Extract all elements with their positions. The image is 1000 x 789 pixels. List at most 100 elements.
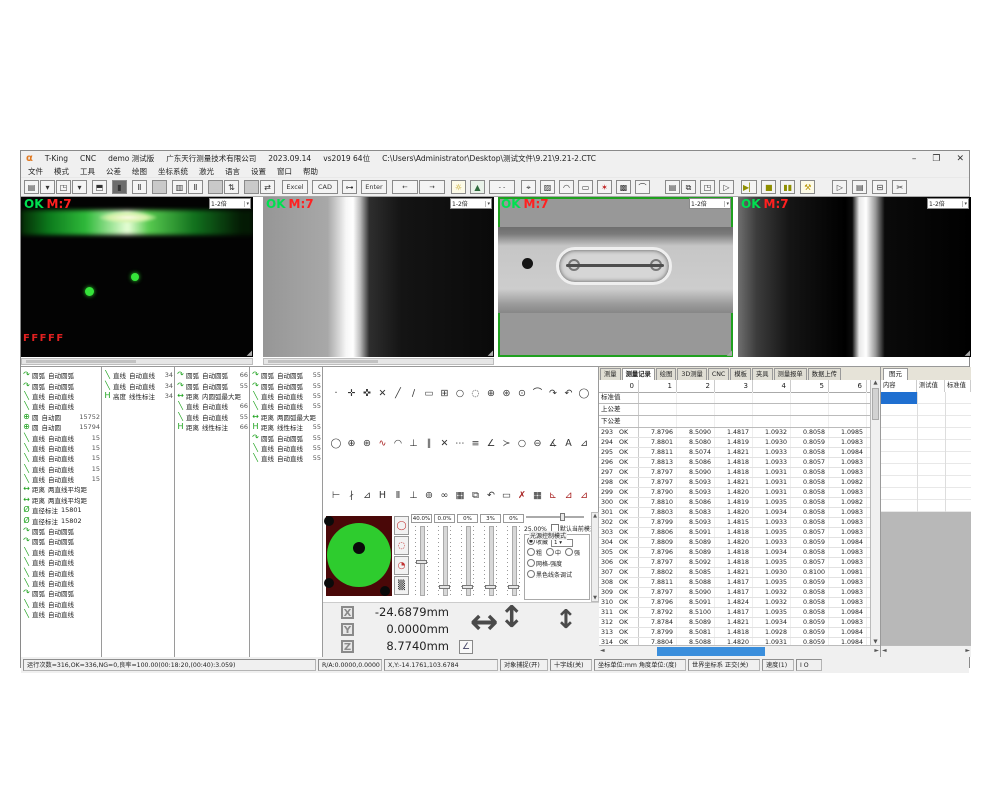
feature-item[interactable]: ↔距离两直线平均距: [21, 495, 101, 505]
scrollbar-thumb[interactable]: [872, 388, 879, 420]
perpendicular-annotate-tool[interactable]: ⊥: [408, 489, 420, 502]
camera-zoom-select[interactable]: 1-2倍▾: [450, 198, 492, 209]
run-to-end-button[interactable]: ▶▏: [741, 180, 757, 194]
feature-item[interactable]: ╲直线自动直线55: [250, 401, 322, 411]
result-row[interactable]: 298OK7.87978.50931.48211.09310.80581.098…: [599, 478, 870, 488]
step-back-button[interactable]: ←: [392, 180, 418, 194]
circle-dot-tool[interactable]: ⊙: [516, 387, 528, 400]
rectangle-tool[interactable]: ▭: [423, 387, 435, 400]
result-row[interactable]: 309OK7.87978.50901.48171.09320.80581.098…: [599, 588, 870, 598]
perpendicular-tool[interactable]: ⊥: [408, 437, 420, 450]
print-report-button[interactable]: ⊟: [872, 180, 887, 194]
feature-item[interactable]: ╲直线自动直线: [21, 609, 101, 619]
jog-z-arrow[interactable]: ↕: [555, 601, 577, 639]
result-row[interactable]: 295OK7.88118.50741.48211.09330.80581.098…: [599, 448, 870, 458]
feature-item[interactable]: ╲直线自动直线15: [21, 464, 101, 474]
feature-item[interactable]: ↔距离两圆弧最大距: [250, 412, 322, 422]
menu-item-坐标系统[interactable]: 坐标系统: [158, 166, 188, 177]
maximize-button[interactable]: ❐: [932, 154, 940, 164]
slider-thumb[interactable]: [416, 560, 427, 564]
jog-xy-arrows[interactable]: ↔: [470, 605, 499, 639]
results-tab-测量[interactable]: 测量: [600, 368, 621, 380]
cad-export-button[interactable]: CAD: [312, 180, 338, 194]
circle-tool[interactable]: ○: [454, 387, 466, 400]
target-scan-tool[interactable]: ⊛: [361, 437, 373, 450]
slider-thumb[interactable]: [462, 585, 473, 589]
element-horizontal-scrollbar[interactable]: ◄ ►: [881, 645, 971, 657]
camera-zoom-select[interactable]: 1-2倍▾: [689, 198, 731, 209]
curve-tool[interactable]: ∿: [377, 437, 389, 450]
radio-grid[interactable]: [527, 559, 535, 567]
circle-scan-tool[interactable]: ⊛: [501, 387, 513, 400]
calculator-tool[interactable]: ▦: [532, 489, 544, 502]
result-row[interactable]: 296OK7.88138.50861.48181.09330.80571.098…: [599, 458, 870, 468]
menu-item-工具[interactable]: 工具: [80, 166, 95, 177]
height-tool[interactable]: H: [377, 489, 389, 502]
light-slider-1[interactable]: 40.0%: [411, 514, 434, 600]
result-row[interactable]: 307OK7.88028.50851.48211.09300.81001.098…: [599, 568, 870, 578]
scroll-left-arrow[interactable]: ◄: [882, 647, 887, 654]
camera-view-4[interactable]: OKM:71-2倍▾◢: [738, 197, 971, 357]
results-tab-测量报单[interactable]: 测量报单: [774, 368, 807, 380]
result-row[interactable]: 301OK7.88038.50831.48201.09340.80581.098…: [599, 508, 870, 518]
selection-box-tool[interactable]: ▭: [501, 489, 513, 502]
keyboard-tool[interactable]: ▦: [454, 489, 466, 502]
slider-thumb[interactable]: [508, 585, 519, 589]
element-tab[interactable]: 图元: [883, 368, 908, 380]
copy-tool[interactable]: ⧉: [470, 489, 482, 502]
feature-item[interactable]: ╲直线自动直线: [21, 599, 101, 609]
tools-button[interactable]: ⚒: [800, 180, 815, 194]
scroll-left-arrow[interactable]: ◄: [600, 647, 605, 654]
line-tool[interactable]: ╱: [392, 387, 404, 400]
light-toggle-button[interactable]: ☼: [451, 180, 466, 194]
arc-fit-button[interactable]: ◠: [559, 180, 574, 194]
angle-tool[interactable]: ∠: [485, 437, 497, 450]
feature-item[interactable]: ╲直线自动直线55: [250, 391, 322, 401]
zoom-slider[interactable]: [526, 516, 584, 518]
camera2-scrollbar[interactable]: [263, 358, 494, 365]
result-row[interactable]: 297OK7.87978.50901.48181.09310.80581.098…: [599, 468, 870, 478]
caliper-tool[interactable]: ∤: [346, 489, 358, 502]
run-gray-button[interactable]: ▷: [719, 180, 734, 194]
delete-tool[interactable]: ✗: [516, 489, 528, 502]
align-mid-tool[interactable]: ⊿: [563, 489, 575, 502]
menu-item-文件[interactable]: 文件: [28, 166, 43, 177]
feature-item[interactable]: ╲直线自动直线: [21, 567, 101, 577]
feature-item[interactable]: ╲直线自动直线: [21, 557, 101, 567]
angle-jog-button[interactable]: ∠: [459, 640, 473, 654]
magnifier-button[interactable]: ⌖: [521, 180, 536, 194]
result-row[interactable]: 311OK7.87928.51001.48171.09350.80581.098…: [599, 608, 870, 618]
open-program-button[interactable]: ◳: [700, 180, 715, 194]
save-program-button[interactable]: ▤: [665, 180, 680, 194]
result-row[interactable]: 312OK7.87848.50891.48211.09340.80591.098…: [599, 618, 870, 628]
pick-tool[interactable]: ✛: [346, 387, 358, 400]
results-tab-模板[interactable]: 模板: [730, 368, 751, 380]
right-angle-tool[interactable]: ⊿: [578, 437, 590, 450]
save-slot-dropdown[interactable]: 1 ▾: [551, 539, 573, 547]
feature-item[interactable]: ╲直线自动直线: [21, 401, 101, 411]
feature-item[interactable]: ↔距离内圆弧最大距: [175, 391, 249, 401]
resize-grip[interactable]: ◢: [247, 350, 252, 357]
menu-item-帮助[interactable]: 帮助: [303, 166, 318, 177]
laser-point-button[interactable]: ✶: [597, 180, 612, 194]
results-horizontal-scrollbar[interactable]: ◄ ►: [599, 645, 880, 657]
rectangle-grid-tool[interactable]: ⊞: [439, 387, 451, 400]
save-report-button[interactable]: ▤: [852, 180, 867, 194]
feature-item[interactable]: ╲直线自动直线34: [102, 380, 174, 390]
feature-item[interactable]: ↷圆弧自动圆弧55: [250, 370, 322, 380]
probe-dark-button[interactable]: ▮: [112, 180, 127, 194]
grid-strength-option[interactable]: 网格-强度: [527, 559, 588, 570]
ring-light-preview[interactable]: [326, 516, 392, 596]
resize-grip[interactable]: ◢: [727, 350, 732, 357]
light-slider-2[interactable]: 0.0%: [434, 514, 457, 600]
circle-slice-tool[interactable]: ⊖: [532, 437, 544, 450]
feature-item[interactable]: ╲直线自动直线55: [250, 443, 322, 453]
hatch-pattern-button[interactable]: ▨: [540, 180, 555, 194]
enter-button[interactable]: Enter: [361, 180, 387, 194]
radio-level-强[interactable]: [565, 548, 573, 556]
menu-item-绘图[interactable]: 绘图: [132, 166, 147, 177]
copy-program-button[interactable]: ⧉: [681, 180, 696, 194]
selected-cell[interactable]: [881, 392, 917, 404]
placeholder-button[interactable]: ▬: [152, 180, 167, 194]
result-row[interactable]: 302OK7.87998.50931.48151.09330.80581.098…: [599, 518, 870, 528]
